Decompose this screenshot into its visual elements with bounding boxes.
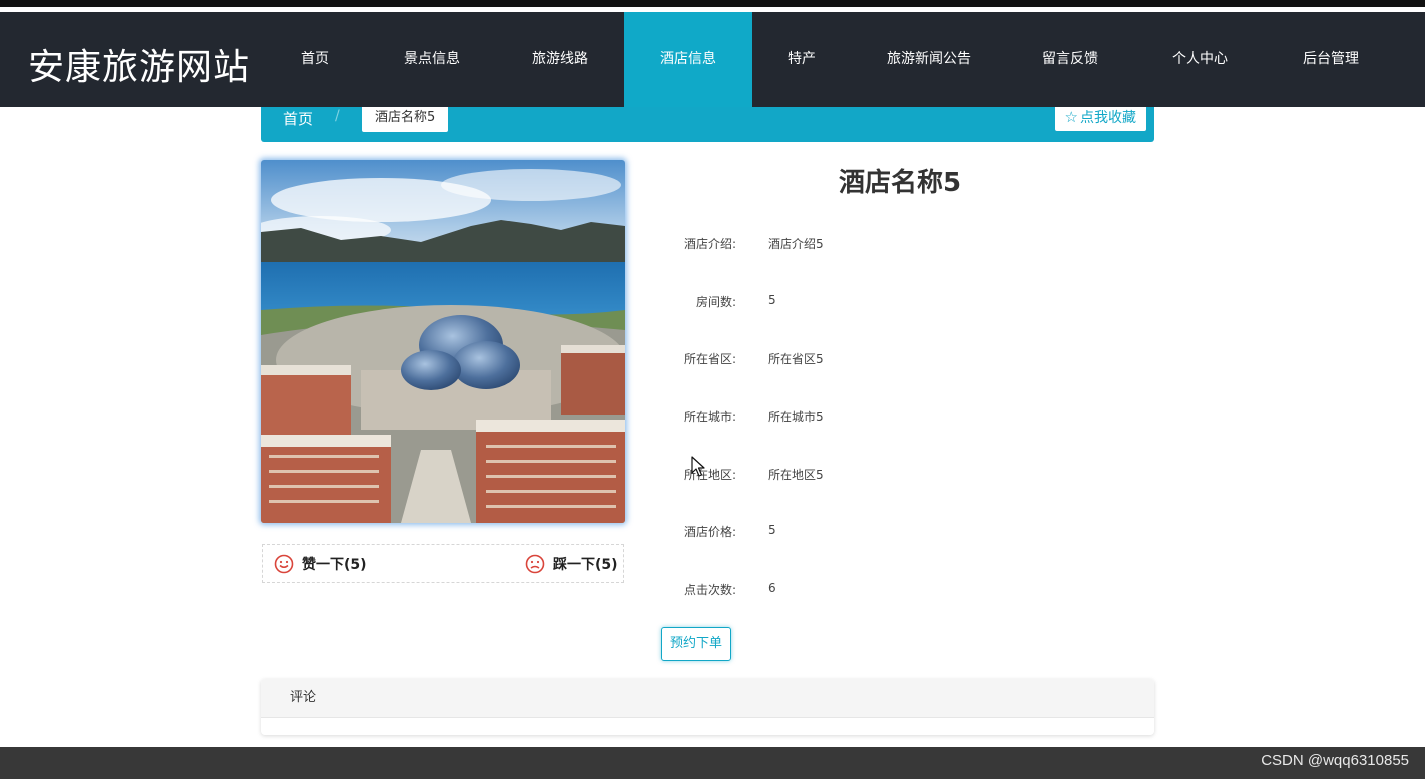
- like-button[interactable]: 赞一下(5): [274, 553, 367, 575]
- nav-item-specialties[interactable]: 特产: [770, 12, 834, 107]
- nav-item-news[interactable]: 旅游新闻公告: [872, 12, 986, 107]
- field-value-intro: 酒店介绍5: [768, 237, 824, 251]
- field-label-city: 所在城市:: [683, 410, 736, 424]
- field-value-province: 所在省区5: [768, 352, 824, 366]
- dislike-label: 踩一下(5): [553, 557, 618, 573]
- field-label-clicks: 点击次数:: [683, 583, 736, 597]
- top-border: [0, 0, 1425, 12]
- nav-item-profile[interactable]: 个人中心: [1160, 12, 1240, 107]
- site-header: 安康旅游网站 首页 景点信息 旅游线路 酒店信息 特产 旅游新闻公告 留言反馈 …: [0, 12, 1425, 107]
- favorite-label: 点我收藏: [1080, 110, 1136, 126]
- footer-bar: CSDN @wqq6310855: [0, 747, 1425, 779]
- smile-icon: [274, 554, 294, 574]
- nav-item-home[interactable]: 首页: [279, 12, 351, 107]
- nav-item-hotels[interactable]: 酒店信息: [624, 12, 752, 107]
- field-label-rooms: 房间数:: [695, 295, 736, 309]
- dislike-button[interactable]: 踩一下(5): [525, 553, 618, 575]
- nav-item-routes[interactable]: 旅游线路: [520, 12, 600, 107]
- mouse-cursor-icon: [691, 456, 705, 477]
- field-label-province: 所在省区:: [683, 352, 736, 366]
- footer-watermark: CSDN @wqq6310855: [1261, 752, 1409, 769]
- field-value-clicks: 6: [768, 581, 776, 595]
- breadcrumb-separator: /: [335, 108, 340, 124]
- field-value-city: 所在城市5: [768, 410, 824, 424]
- breadcrumb-home[interactable]: 首页: [283, 108, 313, 129]
- field-value-price: 5: [768, 523, 776, 537]
- nav-item-attractions[interactable]: 景点信息: [392, 12, 472, 107]
- field-value-rooms: 5: [768, 293, 776, 307]
- field-label-intro: 酒店介绍:: [683, 237, 736, 251]
- site-logo[interactable]: 安康旅游网站: [28, 38, 250, 90]
- field-label-price: 酒店价格:: [683, 525, 736, 539]
- hotel-title: 酒店名称5: [838, 168, 962, 198]
- field-value-district: 所在地区5: [768, 468, 824, 482]
- breadcrumb-current: 酒店名称5: [362, 104, 449, 132]
- field-label-district: 所在地区:: [683, 468, 736, 482]
- nav-item-admin[interactable]: 后台管理: [1291, 12, 1371, 107]
- like-label: 赞一下(5): [302, 557, 367, 573]
- nav-item-feedback[interactable]: 留言反馈: [1030, 12, 1110, 107]
- order-button[interactable]: 预约下单: [661, 627, 731, 661]
- vote-box: 赞一下(5) 踩一下(5): [262, 544, 624, 583]
- favorite-button[interactable]: ☆ 点我收藏: [1054, 103, 1146, 131]
- comments-panel: 评论: [261, 679, 1154, 735]
- star-outline-icon: ☆: [1064, 108, 1078, 126]
- hotel-photo: [261, 160, 625, 523]
- comments-title: 评论: [261, 679, 1154, 718]
- frown-icon: [525, 554, 545, 574]
